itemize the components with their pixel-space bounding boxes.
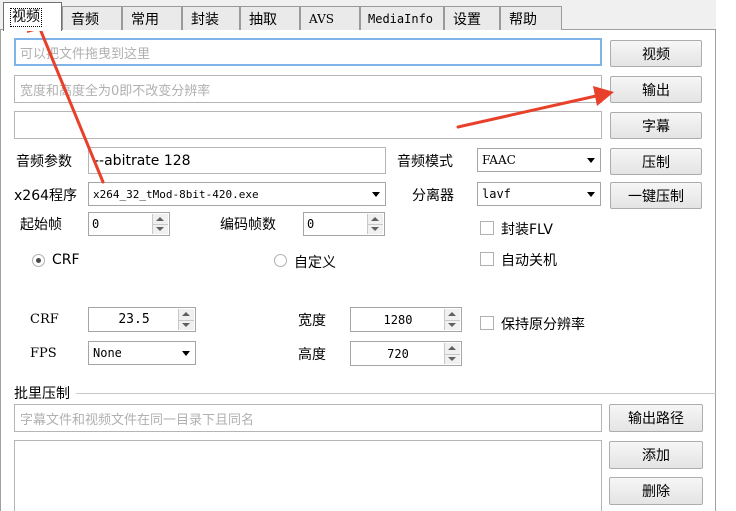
- arrow-to-output-button-icon: [456, 86, 614, 129]
- tab-video[interactable]: 视频: [3, 2, 62, 31]
- arrow-to-video-tab-icon: [27, 6, 105, 184]
- annotation-arrows: [27, 6, 614, 184]
- tab-video-label: 视频: [10, 7, 42, 27]
